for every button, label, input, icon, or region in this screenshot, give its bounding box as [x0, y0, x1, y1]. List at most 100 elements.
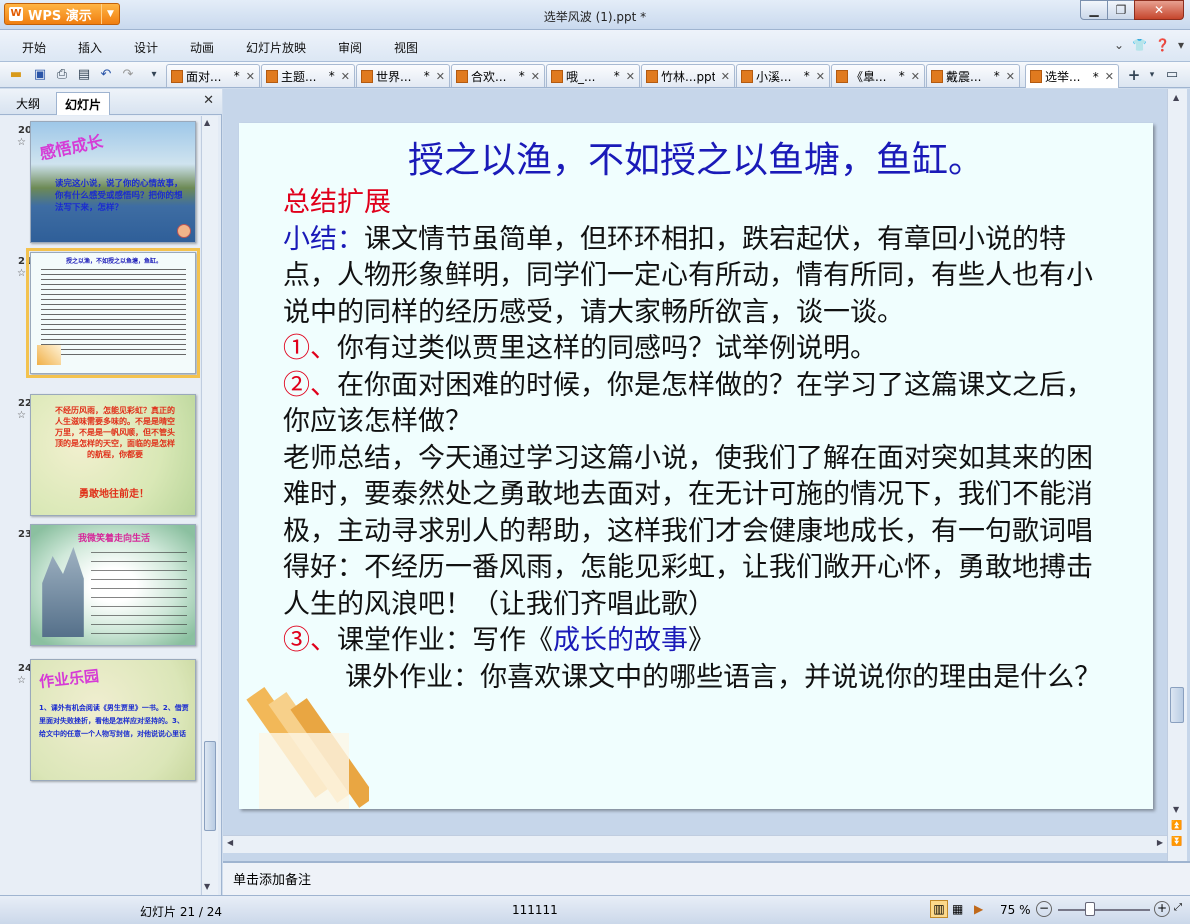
scroll-left-icon[interactable]: ◀ [227, 838, 233, 847]
editor-horizontal-scrollbar[interactable]: ◀ ▶ [223, 835, 1167, 853]
slide-body-text: 总结扩展 小结：课文情节虽简单，但环环相扣，跌宕起伏，有章回小说的特点，人物形象… [283, 185, 1103, 696]
ppt-file-icon [171, 69, 183, 83]
doc-tab[interactable]: 哦_... * ✕ [546, 64, 640, 87]
slide-thumbnail[interactable]: 我微笑着走向生活 [30, 524, 196, 646]
close-tab-icon[interactable]: ✕ [531, 70, 540, 83]
doc-tab[interactable]: 面对... * ✕ [166, 64, 260, 87]
question-2-mark: ②、 [283, 369, 337, 401]
doc-tab-active[interactable]: 选举... * ✕ [1025, 64, 1119, 88]
window-title: 选举风波 (1).ppt * [543, 10, 647, 24]
next-slide-icon[interactable]: ⏬ [1171, 837, 1182, 847]
editor-vertical-scrollbar[interactable]: ▲ ▼ ⏫ ⏬ [1167, 89, 1187, 861]
doc-tab-label: 竹林...ppt [661, 69, 715, 84]
open-folder-icon[interactable]: ▬ [8, 67, 24, 83]
zoom-out-icon[interactable]: − [1036, 901, 1052, 917]
scroll-thumb[interactable] [204, 741, 216, 831]
slide-thumbnail[interactable]: 不经历风雨，怎能见彩虹？真正的人生滋味需要多味的。不是是晴空万里，不是是一帆风顺… [30, 394, 196, 516]
fit-window-icon[interactable]: ⤢ [1174, 902, 1182, 913]
new-tab-plus-icon[interactable]: + [1126, 67, 1142, 83]
slide-thumbnail[interactable]: 感悟成长 读完这小说，说了你的心情故事，你有什么感受或感悟吗？把你的想法写下来，… [30, 121, 196, 243]
zoom-slider-handle[interactable] [1085, 902, 1095, 916]
slides-panel: 大纲 幻灯片 ✕ 20 ☆ 感悟成长 读完这小说，说了你的心情故事，你有什么感受… [0, 89, 222, 895]
doc-tab[interactable]: 竹林...ppt ✕ [641, 64, 735, 87]
undo-icon[interactable]: ↶ [98, 67, 114, 83]
doc-tab[interactable]: 《臯... * ✕ [831, 64, 925, 87]
chevron-down-icon[interactable]: ▾ [1144, 67, 1160, 83]
save-icon[interactable]: ▣ [32, 67, 48, 83]
doc-tab-label: 主题... [281, 69, 317, 84]
chevron-down-icon[interactable]: ▾ [1178, 38, 1184, 52]
slide-sorter-icon[interactable]: ▦ [952, 902, 963, 916]
tab-list-icon[interactable]: ▭ [1164, 67, 1180, 83]
doc-tab[interactable]: 小溪... * ✕ [736, 64, 830, 87]
tab-slides[interactable]: 幻灯片 [56, 92, 111, 115]
scroll-up-icon[interactable]: ▲ [204, 118, 210, 127]
normal-view-icon[interactable]: ▥ [930, 900, 948, 918]
customize-toolbar-icon[interactable]: ▾ [146, 67, 162, 83]
section-heading: 总结扩展 [283, 187, 391, 218]
slideshow-play-icon[interactable]: ▶ [974, 902, 983, 916]
thumb-text: 1、课外有机会阅读《男生贾里》一书。2、借贾里面对失败挫折，看他是怎样应对坚持的… [39, 704, 189, 738]
close-tab-icon[interactable]: ✕ [436, 70, 445, 83]
close-tab-icon[interactable]: ✕ [911, 70, 920, 83]
close-tab-icon[interactable]: ✕ [1105, 70, 1114, 83]
close-tab-icon[interactable]: ✕ [1006, 70, 1015, 83]
doc-tab-label: 哦_... [566, 69, 596, 84]
doc-tab[interactable]: 主题... * ✕ [261, 64, 355, 87]
panel-tabs: 大纲 幻灯片 ✕ [0, 89, 222, 115]
doc-tab-label: 小溪... [756, 69, 792, 84]
previous-slide-icon[interactable]: ⏫ [1171, 821, 1182, 831]
scroll-right-icon[interactable]: ▶ [1157, 838, 1163, 847]
title-bar: W WPS 演示 ▼ 选举风波 (1).ppt * ▁ ❐ ✕ [0, 0, 1190, 30]
minimize-button[interactable]: ▁ [1080, 0, 1108, 20]
slide-thumbnail[interactable]: 作业乐园 1、课外有机会阅读《男生贾里》一书。2、借贾里面对失败挫折，看他是怎样… [30, 659, 196, 781]
help-icon[interactable]: ❓ [1155, 38, 1170, 52]
homework: ③、课堂作业：写作《成长的故事》 [283, 623, 1103, 660]
close-panel-icon[interactable]: ✕ [203, 93, 214, 108]
scroll-down-icon[interactable]: ▼ [204, 882, 210, 891]
doc-tab[interactable]: 合欢... * ✕ [451, 64, 545, 87]
tab-outline[interactable]: 大纲 [8, 92, 48, 115]
animation-star-icon: ☆ [17, 675, 26, 686]
menu-slideshow[interactable]: 幻灯片放映 [246, 39, 306, 56]
thumb-footer: 勇敢地往前走！ [79, 489, 149, 500]
current-slide[interactable]: 授之以渔，不如授之以鱼塘，鱼缸。 总结扩展 小结：课文情节虽简单，但环环相扣，跌… [239, 123, 1153, 809]
close-tab-icon[interactable]: ✕ [816, 70, 825, 83]
menu-animation[interactable]: 动画 [190, 39, 214, 56]
menu-review[interactable]: 审阅 [338, 39, 362, 56]
notes-pane[interactable]: 单击添加备注 [223, 861, 1190, 895]
close-tab-icon[interactable]: ✕ [626, 70, 635, 83]
zoom-level[interactable]: 75 % [1000, 903, 1031, 917]
ppt-file-icon [266, 69, 278, 83]
maximize-button[interactable]: ❐ [1107, 0, 1135, 20]
menu-design[interactable]: 设计 [134, 39, 158, 56]
status-bar: 幻灯片 21 / 24 111111 ▥ ▦ ▶ 75 % − + ⤢ [0, 895, 1190, 924]
slide-thumbnail-selected[interactable]: 授之以渔，不如授之以鱼塘，鱼缸。 [26, 248, 200, 378]
scroll-up-icon[interactable]: ▲ [1173, 93, 1179, 102]
close-tab-icon[interactable]: ✕ [246, 70, 255, 83]
scroll-down-icon[interactable]: ▼ [1173, 805, 1179, 814]
animation-star-icon: ☆ [17, 410, 26, 421]
scroll-thumb[interactable] [1170, 687, 1184, 723]
thumb-text: 不经历风雨，怎能见彩虹？真正的人生滋味需要多味的。不是是晴空万里，不是是一帆风顺… [55, 406, 175, 459]
menu-insert[interactable]: 插入 [78, 39, 102, 56]
zoom-slider[interactable] [1058, 909, 1150, 911]
doc-tab-label: 面对... [186, 69, 222, 84]
menu-view[interactable]: 视图 [394, 39, 418, 56]
print-icon[interactable]: ⎙ [54, 67, 70, 83]
doc-tab[interactable]: 世界... * ✕ [356, 64, 450, 87]
doc-tab[interactable]: 戴震... * ✕ [926, 64, 1020, 87]
menu-home[interactable]: 开始 [22, 39, 46, 56]
thumbnail-scrollbar[interactable]: ▲ ▼ [201, 116, 218, 895]
collapse-ribbon-icon[interactable]: ⌄ [1114, 38, 1124, 52]
redo-icon[interactable]: ↷ [120, 67, 136, 83]
close-tab-icon[interactable]: ✕ [341, 70, 350, 83]
avatar [177, 224, 191, 238]
close-tab-icon[interactable]: ✕ [721, 70, 730, 83]
close-button[interactable]: ✕ [1134, 0, 1184, 20]
zoom-in-icon[interactable]: + [1154, 901, 1170, 917]
print-preview-icon[interactable]: ▤ [76, 67, 92, 83]
skin-shirt-icon[interactable]: 👕 [1132, 38, 1147, 52]
ppt-file-icon [931, 69, 943, 83]
thumb-title: 感悟成长 [38, 131, 105, 164]
